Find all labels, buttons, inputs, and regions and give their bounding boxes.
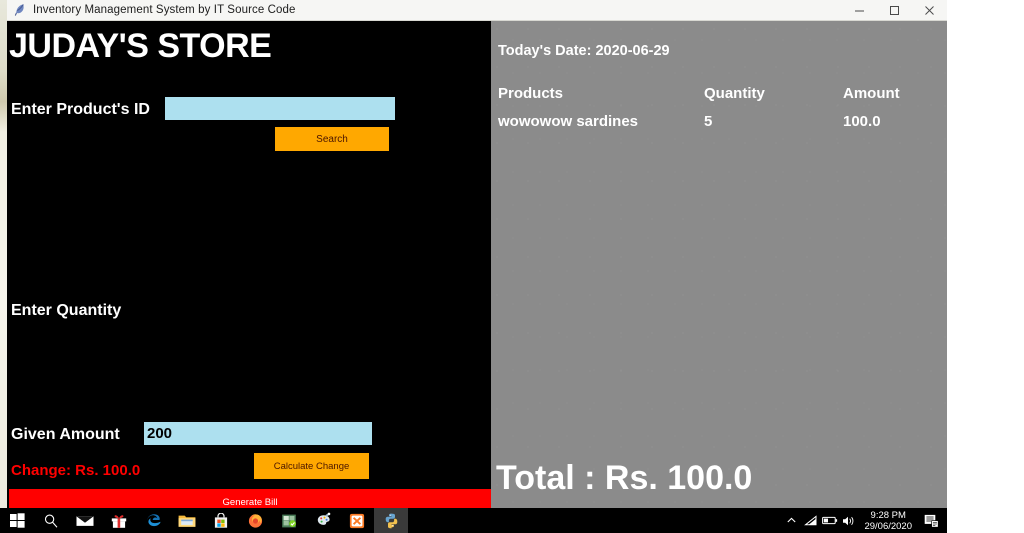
- quantity-label: Enter Quantity: [11, 302, 122, 319]
- column-header-quantity: Quantity: [704, 85, 765, 102]
- spreadsheet-icon: [281, 513, 297, 529]
- desktop-background: Inventory Management System by IT Source…: [0, 0, 1024, 533]
- todays-date-label: Today's Date: 2020-06-29: [498, 43, 670, 59]
- maximize-icon[interactable]: [877, 0, 912, 20]
- given-amount-label: Given Amount: [11, 426, 120, 443]
- wifi-icon[interactable]: [801, 508, 820, 533]
- clock-date: 29/06/2020: [864, 520, 912, 532]
- paint-palette-icon: [315, 512, 332, 529]
- product-id-label: Enter Product's ID: [11, 101, 150, 118]
- python-app[interactable]: [374, 508, 408, 533]
- xampp-icon: [349, 513, 365, 529]
- product-id-input[interactable]: [165, 97, 395, 120]
- cell-product-quantity: 5: [704, 113, 713, 130]
- cell-product-amount: 100.0: [843, 113, 881, 130]
- window-title: Inventory Management System by IT Source…: [33, 4, 296, 16]
- windows-taskbar: 9:28 PM 29/06/2020: [0, 508, 947, 533]
- feather-icon: [12, 2, 28, 18]
- store-bag-icon: [213, 512, 229, 529]
- start-button[interactable]: [0, 508, 34, 533]
- total-amount-text: Total : Rs. 100.0: [496, 459, 753, 497]
- generate-bill-button[interactable]: Generate Bill: [9, 489, 491, 508]
- mail-icon: [76, 514, 94, 528]
- cell-product-name: wowowow sardines: [498, 113, 639, 130]
- spreadsheet-app[interactable]: [272, 508, 306, 533]
- window-controls: [842, 0, 947, 20]
- column-header-products: Products: [498, 85, 564, 102]
- notification-icon[interactable]: [919, 508, 943, 533]
- edge-icon: [145, 512, 162, 529]
- microsoft-store[interactable]: [204, 508, 238, 533]
- calculate-change-button[interactable]: Calculate Change: [254, 453, 369, 479]
- table-row: wowowow sardines 5 100.0: [491, 113, 947, 139]
- search-button[interactable]: Search: [275, 127, 389, 151]
- store-title: JUDAY'S STORE: [9, 27, 272, 65]
- chevron-up-icon[interactable]: [782, 508, 801, 533]
- volume-icon[interactable]: [839, 508, 858, 533]
- taskbar-clock[interactable]: 9:28 PM 29/06/2020: [864, 510, 912, 532]
- windows-logo-icon: [9, 513, 25, 528]
- edge-browser[interactable]: [136, 508, 170, 533]
- file-explorer[interactable]: [170, 508, 204, 533]
- search-icon: [43, 513, 59, 529]
- xampp-app[interactable]: [340, 508, 374, 533]
- folder-icon: [178, 513, 196, 528]
- close-icon[interactable]: [912, 0, 947, 20]
- paint-app[interactable]: [306, 508, 340, 533]
- window-title-bar: Inventory Management System by IT Source…: [7, 0, 947, 21]
- window-body: JUDAY'S STORE Enter Product's ID Search …: [7, 21, 947, 508]
- given-amount-input[interactable]: [144, 422, 372, 445]
- minimize-icon[interactable]: [842, 0, 877, 20]
- column-header-amount: Amount: [843, 85, 900, 102]
- taskbar-app-icons: [0, 508, 408, 533]
- battery-icon[interactable]: [820, 508, 839, 533]
- gift-icon: [111, 513, 127, 529]
- gift-app[interactable]: [102, 508, 136, 533]
- table-header-row: Products Quantity Amount: [491, 85, 947, 111]
- change-status-text: Change: Rs. 100.0: [11, 462, 141, 479]
- receipt-panel: Today's Date: 2020-06-29 Products Quanti…: [491, 21, 947, 508]
- billing-form-panel: JUDAY'S STORE Enter Product's ID Search …: [7, 21, 491, 508]
- application-window: Inventory Management System by IT Source…: [0, 0, 947, 508]
- mail-app[interactable]: [68, 508, 102, 533]
- clock-time: 9:28 PM: [870, 509, 906, 521]
- system-tray: 9:28 PM 29/06/2020: [782, 508, 947, 533]
- firefox-browser[interactable]: [238, 508, 272, 533]
- firefox-icon: [247, 512, 264, 529]
- python-icon: [383, 512, 400, 529]
- search-button[interactable]: [34, 508, 68, 533]
